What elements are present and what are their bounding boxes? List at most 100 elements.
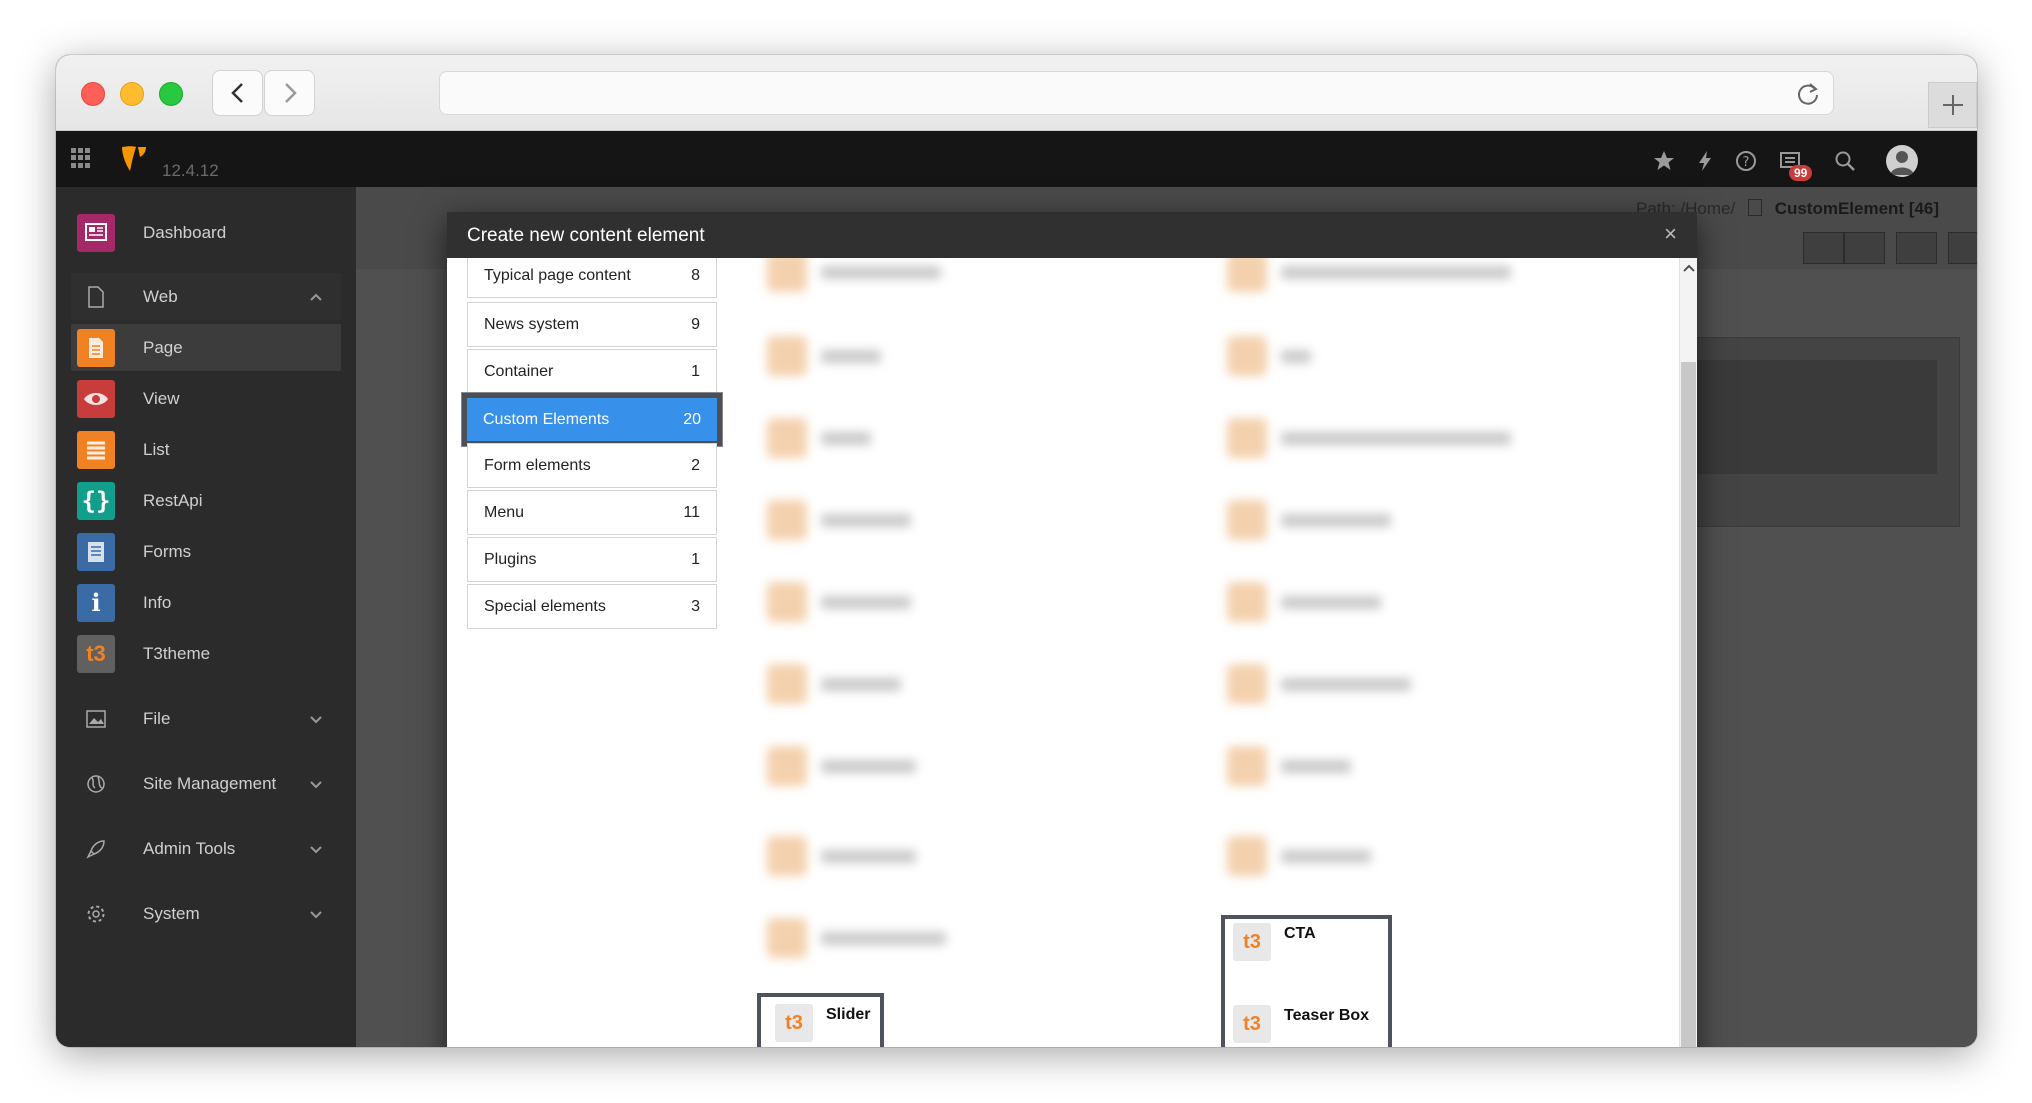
sidebar-item-dashboard[interactable]: Dashboard	[71, 209, 341, 256]
flash-icon[interactable]	[1693, 149, 1717, 173]
redacted-element[interactable]	[1227, 500, 1391, 540]
redacted-element[interactable]	[1227, 582, 1381, 622]
sidebar-group-web[interactable]: Web	[71, 273, 341, 320]
minimize-window-button[interactable]	[120, 82, 144, 106]
sidebar-item-label: T3theme	[143, 643, 211, 663]
tab-custom-elements[interactable]: Custom Elements 20	[461, 392, 723, 447]
tab-label: Menu	[484, 503, 525, 521]
svg-text:?: ?	[1743, 155, 1750, 170]
chevron-right-icon	[284, 83, 297, 103]
page-title: CustomElement [46]	[1774, 199, 1940, 218]
redacted-element[interactable]	[767, 582, 911, 622]
cog-icon	[84, 902, 108, 926]
sidebar-group-label: File	[143, 708, 171, 728]
tab-count: 1	[691, 362, 700, 380]
sidebar-item-label: Dashboard	[143, 222, 227, 242]
close-icon[interactable]: ×	[1664, 222, 1677, 246]
search-icon[interactable]	[1833, 149, 1857, 173]
typo3-logo-icon[interactable]	[118, 143, 150, 175]
tab-plugins[interactable]: Plugins 1	[467, 537, 717, 582]
tab-label: Plugins	[484, 550, 537, 568]
create-content-element-modal: Create new content element × Typical pag…	[447, 212, 1697, 1047]
tab-label: Form elements	[484, 456, 591, 474]
close-window-button[interactable]	[81, 82, 105, 106]
image-icon	[84, 707, 108, 731]
rocket-icon	[84, 837, 108, 861]
sidebar-item-label: Forms	[143, 541, 192, 561]
redacted-element[interactable]	[767, 918, 946, 958]
sidebar-item-label: Info	[143, 592, 172, 612]
new-tab-button[interactable]	[1928, 82, 1977, 128]
slider-element[interactable]: t3 Slider	[775, 1004, 870, 1042]
sidebar-item-view[interactable]: View	[71, 375, 341, 422]
tab-label: Custom Elements	[483, 410, 610, 428]
user-avatar[interactable]	[1886, 145, 1918, 177]
sidebar-item-forms[interactable]: Forms	[71, 528, 341, 575]
maximize-window-button[interactable]	[159, 82, 183, 106]
redacted-element[interactable]	[1227, 836, 1371, 876]
sidebar-item-label: View	[143, 388, 180, 408]
bookmark-star-icon[interactable]	[1652, 149, 1676, 173]
tab-menu[interactable]: Menu 11	[467, 490, 717, 535]
tab-news-system[interactable]: News system 9	[467, 302, 717, 347]
tab-form-elements[interactable]: Form elements 2	[467, 443, 717, 488]
scroll-up-icon[interactable]	[1681, 260, 1697, 276]
modal-scrollbar[interactable]	[1679, 258, 1697, 1047]
t3-icon: t3	[1233, 923, 1271, 961]
redacted-element[interactable]	[1227, 746, 1351, 786]
tab-count: 11	[683, 503, 700, 521]
back-button[interactable]	[212, 70, 263, 116]
forward-button[interactable]	[264, 70, 315, 116]
sidebar-item-t3theme[interactable]: t3 T3theme	[71, 630, 341, 677]
redacted-element[interactable]	[767, 418, 871, 458]
cta-element[interactable]: t3 CTA	[1233, 923, 1316, 961]
tab-container[interactable]: Container 1	[467, 349, 717, 394]
share-dropdown-button[interactable]	[1948, 232, 1977, 264]
redacted-element[interactable]	[1227, 258, 1511, 292]
tab-typical-page-content[interactable]: Typical page content 8	[467, 258, 717, 298]
sidebar-group-file[interactable]: File	[71, 695, 341, 742]
t3-icon: t3	[775, 1004, 813, 1042]
reload-button[interactable]	[1844, 232, 1885, 264]
dashboard-icon	[77, 213, 115, 252]
globe-icon	[84, 772, 108, 796]
chevron-down-icon	[310, 910, 322, 918]
sidebar-item-restapi[interactable]: {} RestApi	[71, 477, 341, 524]
redacted-element[interactable]	[767, 836, 916, 876]
redacted-element[interactable]	[1227, 336, 1311, 376]
sidebar-item-info[interactable]: i Info	[71, 579, 341, 626]
tab-count: 2	[691, 456, 700, 474]
t3-icon: t3	[1233, 1005, 1271, 1043]
eye-icon	[77, 379, 115, 418]
sidebar-group-site-management[interactable]: Site Management	[71, 760, 341, 807]
clear-cache-button[interactable]	[1803, 232, 1844, 264]
redacted-element[interactable]	[767, 258, 941, 292]
tab-count: 9	[691, 315, 700, 333]
sidebar-item-page[interactable]: Page	[71, 324, 341, 371]
redacted-element[interactable]	[767, 500, 911, 540]
teaser-box-element[interactable]: t3 Teaser Box	[1233, 1005, 1369, 1043]
browser-toolbar	[56, 55, 1977, 131]
t3-icon: t3	[77, 634, 115, 673]
address-bar[interactable]	[439, 71, 1834, 115]
redacted-element[interactable]	[1227, 418, 1511, 458]
reload-icon[interactable]	[1795, 81, 1821, 107]
redacted-element[interactable]	[767, 664, 901, 704]
page-icon	[84, 285, 108, 309]
braces-icon: {}	[77, 481, 115, 520]
help-icon[interactable]: ?	[1734, 149, 1758, 173]
tab-count: 20	[683, 410, 701, 428]
redacted-element[interactable]	[1227, 664, 1411, 704]
scrollbar-thumb[interactable]	[1681, 362, 1696, 1047]
create-note-button[interactable]	[1896, 232, 1937, 264]
info-icon: i	[77, 583, 115, 622]
sidebar-item-list[interactable]: List	[71, 426, 341, 473]
chevron-down-icon	[310, 780, 322, 788]
redacted-element[interactable]	[767, 336, 881, 376]
sidebar-group-admin-tools[interactable]: Admin Tools	[71, 825, 341, 872]
redacted-element[interactable]	[767, 746, 916, 786]
page-module-icon	[77, 328, 115, 367]
module-menu-toggle-icon[interactable]	[71, 148, 91, 168]
tab-special-elements[interactable]: Special elements 3	[467, 584, 717, 629]
sidebar-group-system[interactable]: System	[71, 890, 341, 937]
